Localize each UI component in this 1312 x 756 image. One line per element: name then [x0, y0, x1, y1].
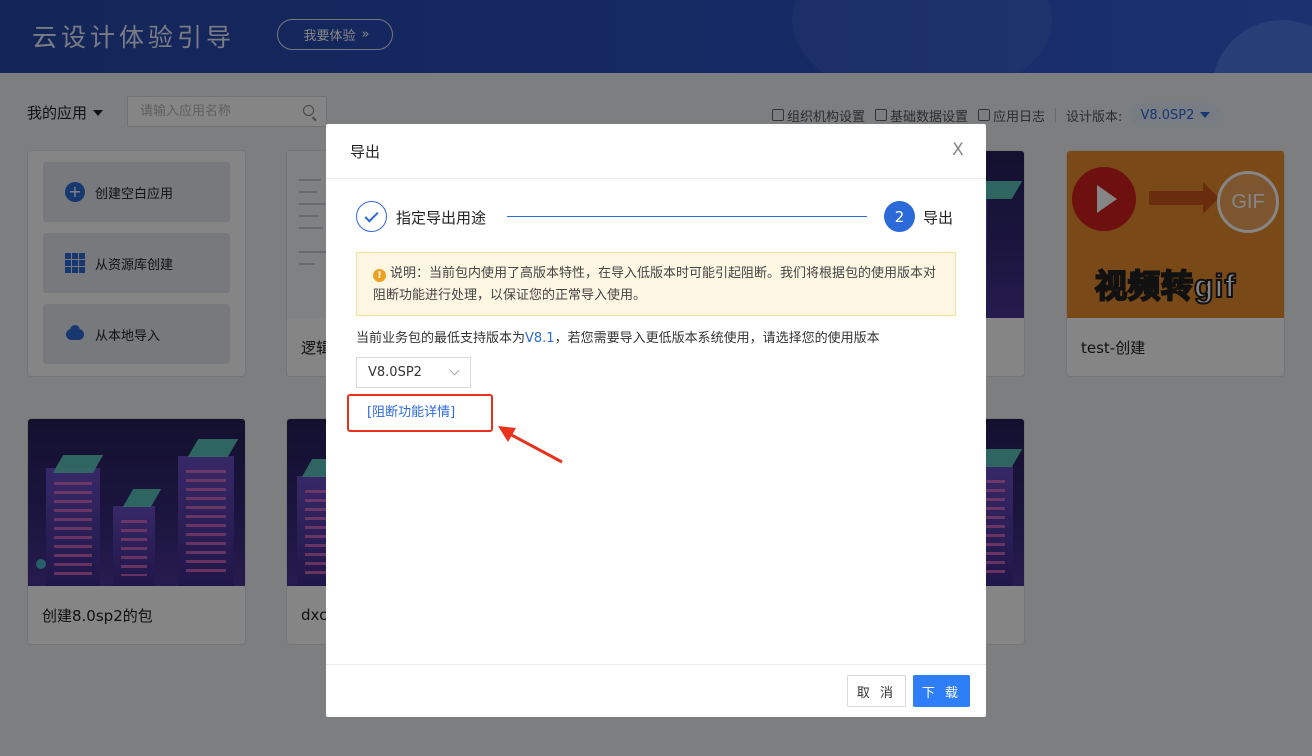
desc-suffix: ，若您需要导入更低版本系统使用，请选择您的使用版本	[554, 331, 880, 346]
annotation-arrow-icon	[498, 426, 563, 464]
dialog-title: 导出	[350, 142, 381, 161]
close-icon[interactable]: X	[950, 142, 966, 159]
desc-prefix: 当前业务包的最低支持版本为	[356, 331, 526, 346]
download-button[interactable]: 下 载	[913, 675, 970, 707]
target-version-select[interactable]: V8.0SP2	[356, 357, 471, 388]
step-complete-check-icon	[356, 201, 387, 232]
min-version-link[interactable]: V8.1	[525, 331, 555, 346]
annotation-highlight-box	[347, 394, 493, 432]
selected-version: V8.0SP2	[368, 365, 422, 380]
step-connector	[507, 216, 867, 217]
notice-text: 说明：当前包内使用了高版本特性，在导入低版本时可能引起阻断。我们将根据包的使用版…	[373, 266, 937, 303]
warning-notice: ! 说明：当前包内使用了高版本特性，在导入低版本时可能引起阻断。我们将根据包的使用…	[356, 252, 956, 316]
step2-label: 导出	[923, 209, 954, 227]
export-dialog: 导出 X 指定导出用途 2 导出 ! 说明：当前包内使用了高版本特性，在导入低版本…	[326, 124, 986, 717]
version-description: 当前业务包的最低支持版本为V8.1，若您需要导入更低版本系统使用，请选择您的使用…	[356, 327, 880, 346]
chevron-down-icon	[449, 365, 460, 376]
warning-icon: !	[373, 269, 386, 282]
stepper: 指定导出用途 2 导出	[356, 201, 956, 233]
step1-label: 指定导出用途	[396, 209, 487, 227]
step2-number: 2	[884, 201, 915, 232]
cancel-button[interactable]: 取 消	[847, 675, 906, 707]
dialog-header: 导出	[326, 124, 986, 179]
dialog-footer: 取 消 下 载	[326, 664, 986, 717]
